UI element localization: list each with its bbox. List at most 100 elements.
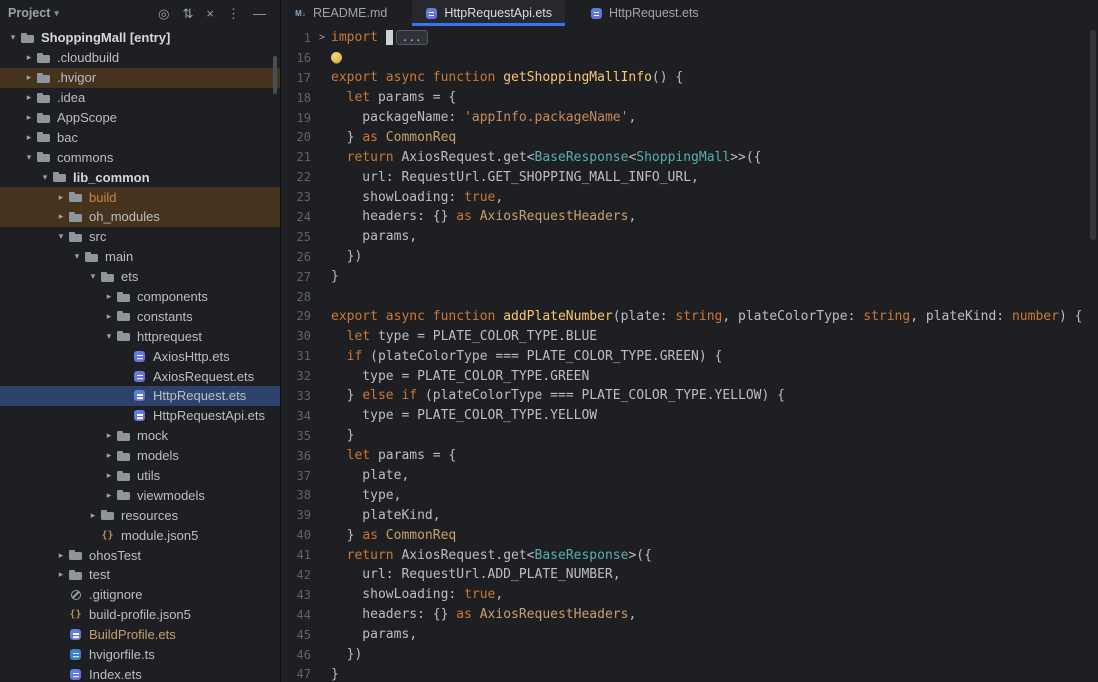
tab-httprequestapi-ets[interactable]: HttpRequestApi.ets (412, 0, 565, 26)
chevron-collapsed-icon[interactable]: ▸ (102, 490, 116, 501)
intention-bulb-icon[interactable] (331, 52, 342, 63)
tree-item-httprequestapi-ets[interactable]: HttpRequestApi.ets (0, 406, 280, 426)
tree-item-test[interactable]: ▸test (0, 565, 280, 585)
folded-region[interactable]: ... (396, 30, 428, 45)
tree-item-shoppingmall-entry[interactable]: ▾ShoppingMall [entry] (0, 28, 280, 48)
code-line-1[interactable]: 1>import ... (281, 28, 1098, 48)
code-editor[interactable]: 1>import ...1617export async function ge… (281, 26, 1098, 682)
chevron-expanded-icon[interactable]: ▾ (70, 251, 84, 262)
code-line-16[interactable]: 16 (281, 48, 1098, 68)
chevron-collapsed-icon[interactable]: ▸ (22, 92, 36, 103)
code-line-33[interactable]: 33 } else if (plateColorType === PLATE_C… (281, 386, 1098, 406)
chevron-collapsed-icon[interactable]: ▸ (22, 132, 36, 143)
tree-item-src[interactable]: ▾src (0, 227, 280, 247)
code-line-47[interactable]: 47} (281, 665, 1098, 682)
code-line-41[interactable]: 41 return AxiosRequest.get<BaseResponse>… (281, 545, 1098, 565)
project-view-selector[interactable]: Project ▾ (8, 6, 59, 20)
code-line-34[interactable]: 34 type = PLATE_COLOR_TYPE.YELLOW (281, 406, 1098, 426)
chevron-expanded-icon[interactable]: ▾ (6, 32, 20, 43)
tab-readme-md[interactable]: M↓README.md (281, 0, 400, 26)
code-line-19[interactable]: 19 packageName: 'appInfo.packageName', (281, 108, 1098, 128)
tree-item-viewmodels[interactable]: ▸viewmodels (0, 485, 280, 505)
chevron-expanded-icon[interactable]: ▾ (86, 271, 100, 282)
chevron-collapsed-icon[interactable]: ▸ (102, 291, 116, 302)
locate-file-icon[interactable]: ◎ (158, 7, 169, 20)
chevron-collapsed-icon[interactable]: ▸ (102, 311, 116, 322)
code-line-25[interactable]: 25 params, (281, 227, 1098, 247)
hide-panel-icon[interactable]: — (253, 7, 266, 20)
fold-expand-icon[interactable]: > (313, 32, 331, 43)
code-line-43[interactable]: 43 showLoading: true, (281, 585, 1098, 605)
tree-item-idea[interactable]: ▸.idea (0, 88, 280, 108)
tree-item-oh-modules[interactable]: ▸oh_modules (0, 207, 280, 227)
code-line-46[interactable]: 46 }) (281, 645, 1098, 665)
tree-item-appscope[interactable]: ▸AppScope (0, 108, 280, 128)
code-line-38[interactable]: 38 type, (281, 485, 1098, 505)
chevron-expanded-icon[interactable]: ▾ (38, 172, 52, 183)
tab-httprequest-ets[interactable]: HttpRequest.ets (577, 0, 712, 26)
code-line-45[interactable]: 45 params, (281, 625, 1098, 645)
tree-item-bac[interactable]: ▸bac (0, 127, 280, 147)
code-line-35[interactable]: 35 } (281, 426, 1098, 446)
tree-item-buildprofile-ets[interactable]: BuildProfile.ets (0, 625, 280, 645)
chevron-collapsed-icon[interactable]: ▸ (22, 72, 36, 83)
tree-item-ets[interactable]: ▾ets (0, 267, 280, 287)
tree-item-build-profile-json5[interactable]: {}build-profile.json5 (0, 605, 280, 625)
code-line-36[interactable]: 36 let params = { (281, 446, 1098, 466)
chevron-collapsed-icon[interactable]: ▸ (54, 192, 68, 203)
tree-item-build[interactable]: ▸build (0, 187, 280, 207)
tree-item-gitignore[interactable]: .gitignore (0, 585, 280, 605)
code-line-28[interactable]: 28 (281, 287, 1098, 307)
tree-item-httprequest[interactable]: ▾httprequest (0, 326, 280, 346)
chevron-expanded-icon[interactable]: ▾ (102, 331, 116, 342)
tree-item-axioshttp-ets[interactable]: AxiosHttp.ets (0, 346, 280, 366)
chevron-collapsed-icon[interactable]: ▸ (22, 112, 36, 123)
code-line-44[interactable]: 44 headers: {} as AxiosRequestHeaders, (281, 605, 1098, 625)
code-line-27[interactable]: 27} (281, 267, 1098, 287)
code-line-40[interactable]: 40 } as CommonReq (281, 525, 1098, 545)
code-line-22[interactable]: 22 url: RequestUrl.GET_SHOPPING_MALL_INF… (281, 167, 1098, 187)
code-line-26[interactable]: 26 }) (281, 247, 1098, 267)
tree-item-main[interactable]: ▾main (0, 247, 280, 267)
code-line-17[interactable]: 17export async function getShoppingMallI… (281, 68, 1098, 88)
chevron-collapsed-icon[interactable]: ▸ (86, 510, 100, 521)
tree-item-axiosrequest-ets[interactable]: AxiosRequest.ets (0, 366, 280, 386)
tree-item-commons[interactable]: ▾commons (0, 147, 280, 167)
tree-item-module-json5[interactable]: {}module.json5 (0, 525, 280, 545)
chevron-collapsed-icon[interactable]: ▸ (102, 430, 116, 441)
tree-item-lib-common[interactable]: ▾lib_common (0, 167, 280, 187)
tree-item-resources[interactable]: ▸resources (0, 505, 280, 525)
code-line-42[interactable]: 42 url: RequestUrl.ADD_PLATE_NUMBER, (281, 565, 1098, 585)
code-line-24[interactable]: 24 headers: {} as AxiosRequestHeaders, (281, 207, 1098, 227)
collapse-all-icon[interactable]: × (206, 7, 214, 20)
chevron-collapsed-icon[interactable]: ▸ (54, 211, 68, 222)
code-line-30[interactable]: 30 let type = PLATE_COLOR_TYPE.BLUE (281, 326, 1098, 346)
chevron-collapsed-icon[interactable]: ▸ (54, 550, 68, 561)
chevron-collapsed-icon[interactable]: ▸ (22, 52, 36, 63)
tree-item-ohostest[interactable]: ▸ohosTest (0, 545, 280, 565)
tree-item-httprequest-ets[interactable]: HttpRequest.ets (0, 386, 280, 406)
chevron-collapsed-icon[interactable]: ▸ (54, 569, 68, 580)
code-line-32[interactable]: 32 type = PLATE_COLOR_TYPE.GREEN (281, 366, 1098, 386)
editor-scrollbar-thumb[interactable] (1090, 30, 1096, 240)
tree-item-components[interactable]: ▸components (0, 287, 280, 307)
tree-item-hvigorfile-ts[interactable]: hvigorfile.ts (0, 645, 280, 665)
tree-item-utils[interactable]: ▸utils (0, 466, 280, 486)
code-line-29[interactable]: 29export async function addPlateNumber(p… (281, 306, 1098, 326)
chevron-expanded-icon[interactable]: ▾ (22, 152, 36, 163)
chevron-collapsed-icon[interactable]: ▸ (102, 470, 116, 481)
chevron-collapsed-icon[interactable]: ▸ (102, 450, 116, 461)
tree-item-cloudbuild[interactable]: ▸.cloudbuild (0, 48, 280, 68)
code-line-20[interactable]: 20 } as CommonReq (281, 127, 1098, 147)
code-line-21[interactable]: 21 return AxiosRequest.get<BaseResponse<… (281, 147, 1098, 167)
tree-item-models[interactable]: ▸models (0, 446, 280, 466)
tree-item-index-ets[interactable]: Index.ets (0, 665, 280, 682)
code-line-31[interactable]: 31 if (plateColorType === PLATE_COLOR_TY… (281, 346, 1098, 366)
code-line-23[interactable]: 23 showLoading: true, (281, 187, 1098, 207)
tree-item-constants[interactable]: ▸constants (0, 306, 280, 326)
tree-item-hvigor[interactable]: ▸.hvigor (0, 68, 280, 88)
code-line-37[interactable]: 37 plate, (281, 466, 1098, 486)
more-options-icon[interactable]: ⋮ (227, 7, 240, 20)
code-line-18[interactable]: 18 let params = { (281, 88, 1098, 108)
tree-item-mock[interactable]: ▸mock (0, 426, 280, 446)
